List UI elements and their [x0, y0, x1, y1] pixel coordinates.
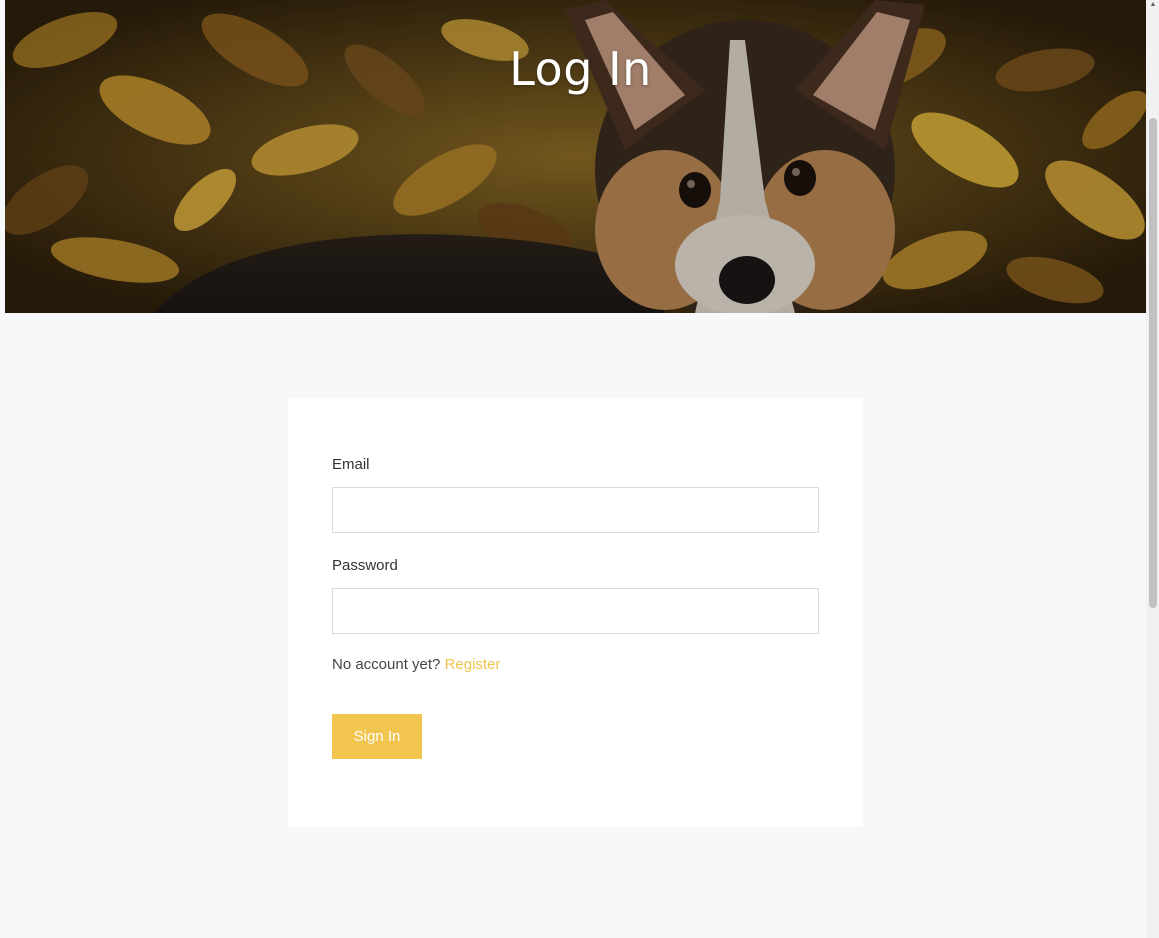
- hero-banner: Log In: [5, 0, 1146, 313]
- register-prompt: No account yet? Register: [332, 656, 500, 673]
- email-input[interactable]: [332, 487, 819, 533]
- email-label: Email: [332, 456, 370, 473]
- login-page: Log In ▲ Email Password No account yet? …: [0, 0, 1159, 938]
- register-link[interactable]: Register: [445, 656, 501, 673]
- scroll-up-arrow-icon[interactable]: ▲: [1148, 0, 1158, 10]
- no-account-text: No account yet?: [332, 656, 441, 673]
- scrollbar-thumb[interactable]: [1149, 118, 1157, 608]
- page-scrollbar[interactable]: ▲: [1146, 0, 1159, 938]
- login-card: Email Password No account yet? Register …: [288, 398, 863, 827]
- password-label: Password: [332, 557, 398, 574]
- password-input[interactable]: [332, 588, 819, 634]
- sign-in-button[interactable]: Sign In: [332, 714, 422, 759]
- page-title: Log In: [509, 42, 652, 96]
